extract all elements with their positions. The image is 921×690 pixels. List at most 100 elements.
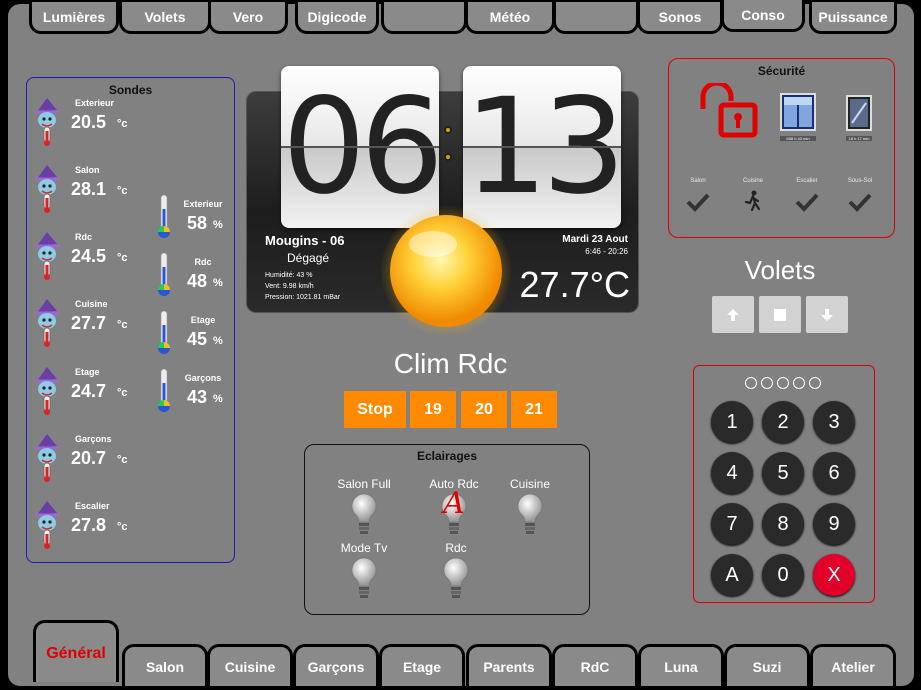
keypad-key-5[interactable]: 5 xyxy=(762,452,804,494)
bottom-tab-luna[interactable]: Luna xyxy=(638,644,724,686)
light-label: Cuisine xyxy=(509,477,551,491)
temp-sensor-salon: Salon 28.1 °c xyxy=(31,165,141,225)
clim-setpoint-19-button[interactable]: 19 xyxy=(410,391,456,428)
sensor-sous-sol: Sous-Sol xyxy=(835,178,885,214)
weather-pressure: Pression: 1021.81 mBar xyxy=(265,294,341,301)
top-tab-volets[interactable]: Volets xyxy=(119,2,211,34)
checkmark-icon xyxy=(686,193,710,212)
temp-sensor-rdc: Rdc 24.5 °c xyxy=(31,232,141,292)
light-bulb-icon xyxy=(351,493,377,534)
wizard-thermometer-icon xyxy=(35,232,59,280)
keypad-key-3[interactable]: 3 xyxy=(813,401,855,443)
pin-indicator-dot xyxy=(793,377,805,389)
arrow-down-icon xyxy=(821,308,833,321)
temp-sensor-label: Etage xyxy=(75,367,100,377)
temp-sensor-unit: °c xyxy=(117,252,128,264)
volets-up-button[interactable] xyxy=(712,296,754,333)
humidity-sensor-unit: % xyxy=(213,277,223,289)
pin-indicator-dot xyxy=(777,377,789,389)
bottom-tab-suzi[interactable]: Suzi xyxy=(724,644,810,686)
top-tab-sonos[interactable]: Sonos xyxy=(637,2,723,34)
unlocked-padlock-icon[interactable] xyxy=(697,83,761,139)
window-sensor-1: 658 h 43 min xyxy=(780,93,816,141)
weather-date: Mardi 23 Aout xyxy=(562,234,628,245)
top-tab-m-t-o[interactable]: Météo xyxy=(465,2,555,34)
top-tab-digicode[interactable]: Digicode xyxy=(295,2,379,34)
top-tab-conso[interactable]: Conso xyxy=(721,0,805,32)
humidity-sensor-rdc: Rdc 48% xyxy=(157,253,237,303)
bottom-tab-garcons[interactable]: Garçons xyxy=(293,644,379,686)
humidity-sensor-unit: % xyxy=(213,219,223,231)
temp-sensor-label: Garçons xyxy=(75,434,112,444)
bottom-tab-salon[interactable]: Salon xyxy=(122,644,208,686)
volets-stop-button[interactable] xyxy=(759,296,801,333)
bottom-tab-rdc[interactable]: RdC xyxy=(552,644,638,686)
humidity-sensor-value: 58 xyxy=(187,213,208,233)
door-icon xyxy=(846,95,872,131)
light-salon-full[interactable]: Salon Full xyxy=(324,477,404,537)
top-tab-empty-6[interactable] xyxy=(553,2,639,34)
humidity-sensor-etage: Etage 45% xyxy=(157,311,237,361)
securite-panel: Sécurité 658 h 43 min 18 h 17 min Salon … xyxy=(668,58,895,238)
keypad-key-7[interactable]: 7 xyxy=(711,503,753,545)
sensor-cuisine: Cuisine xyxy=(728,178,778,214)
volets-down-button[interactable] xyxy=(806,296,848,333)
clim-stop-button[interactable]: Stop xyxy=(344,391,406,428)
clock-colon-bottom xyxy=(444,153,452,161)
humidity-sensor-unit: % xyxy=(213,335,223,347)
temp-sensor-value: 27.7 xyxy=(71,313,107,333)
humidity-sensor-label: Etage xyxy=(190,315,216,325)
eclairages-panel: Eclairages Salon Full Auto Rdc A Cuisine Mod… xyxy=(304,444,590,615)
bottom-tab-parents[interactable]: Parents xyxy=(466,644,552,686)
humidity-gauge-icon xyxy=(158,311,170,354)
keypad-key-8[interactable]: 8 xyxy=(762,503,804,545)
top-tab-empty-4[interactable] xyxy=(381,2,467,34)
humidity-gauge-icon xyxy=(158,369,170,412)
temp-sensor-label: Rdc xyxy=(75,232,93,242)
temp-sensor-label: Exterieur xyxy=(75,98,115,108)
light-label: Rdc xyxy=(445,541,467,555)
light-auto-rdc[interactable]: Auto Rdc A xyxy=(414,477,494,537)
clim-setpoint-20-button[interactable]: 20 xyxy=(461,391,507,428)
bottom-tab-atelier[interactable]: Atelier xyxy=(810,644,896,686)
temp-sensor-value: 24.7 xyxy=(71,381,107,401)
top-tab-lumi-res[interactable]: Lumières xyxy=(29,2,119,34)
light-cuisine[interactable]: Cuisine xyxy=(490,477,570,537)
walking-person-icon xyxy=(744,190,761,212)
temp-sensor-unit: °c xyxy=(117,118,128,130)
temp-sensor-value: 27.8 xyxy=(71,515,107,535)
keypad-key-9[interactable]: 9 xyxy=(813,503,855,545)
bottom-tab-general[interactable]: Général xyxy=(33,620,119,682)
keypad-key-2[interactable]: 2 xyxy=(762,401,804,443)
bottom-tab-cuisine[interactable]: Cuisine xyxy=(207,644,293,686)
light-mode-tv[interactable]: Mode Tv xyxy=(324,541,404,601)
temp-sensor-etage: Etage 24.7 °c xyxy=(31,367,141,427)
arrow-up-icon xyxy=(727,308,739,321)
keypad-key-6[interactable]: 6 xyxy=(813,452,855,494)
light-bulb-icon xyxy=(351,557,377,598)
window-2-caption: 18 h 17 min xyxy=(846,136,872,141)
keypad-clear-button[interactable]: X xyxy=(813,554,855,596)
light-label: Mode Tv xyxy=(340,541,388,555)
sensor-escalier: Escalier xyxy=(782,178,832,214)
clim-setpoint-21-button[interactable]: 21 xyxy=(511,391,557,428)
window-1-caption: 658 h 43 min xyxy=(780,136,816,141)
sondes-panel: Sondes Exterieur 20.5 °c Salon 28.1 °c Rdc 24.5… xyxy=(26,77,235,563)
weather-humidity: Humidité: 43 % xyxy=(265,272,313,279)
clock-colon-top xyxy=(444,126,452,134)
wizard-thermometer-icon xyxy=(35,501,59,549)
app-root: Lumières Volets Vero Digicode Météo Sonos Cons… xyxy=(0,0,921,690)
temp-sensor-escalier: Escalier 27.8 °c xyxy=(31,501,141,561)
keypad-key-4[interactable]: 4 xyxy=(711,452,753,494)
top-tab-puissance[interactable]: Puissance xyxy=(809,2,897,34)
light-rdc[interactable]: Rdc xyxy=(416,541,496,601)
keypad-key-1[interactable]: 1 xyxy=(711,401,753,443)
pin-indicator-dot xyxy=(745,377,757,389)
checkmark-icon xyxy=(795,193,819,212)
keypad-key-0[interactable]: 0 xyxy=(762,554,804,596)
keypad-a-button[interactable]: A xyxy=(711,554,753,596)
bottom-tab-etage[interactable]: Etage xyxy=(379,644,465,686)
humidity-gauge-icon xyxy=(158,253,170,296)
top-tab-vero[interactable]: Vero xyxy=(208,2,288,34)
sensor-label: Cuisine xyxy=(742,178,763,184)
